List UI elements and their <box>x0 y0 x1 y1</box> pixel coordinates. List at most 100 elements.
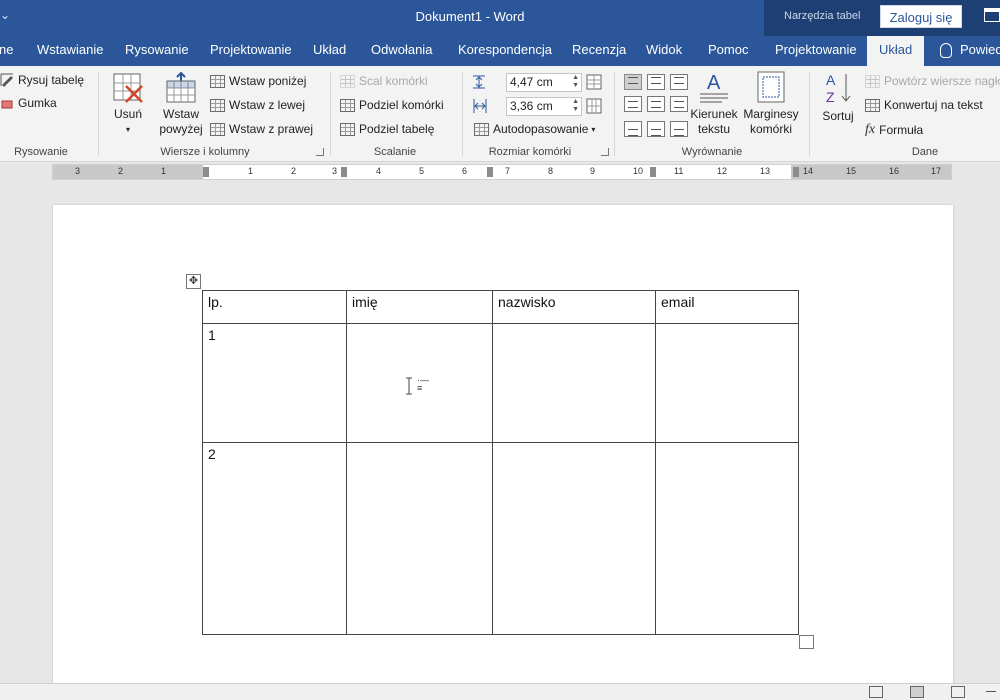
align-middle-center-button[interactable] <box>647 96 665 112</box>
tab-help[interactable]: Pomoc <box>708 36 748 66</box>
merge-cells-button[interactable]: Scal komórki <box>340 74 428 88</box>
tab-design[interactable]: Projektowanie <box>210 36 292 66</box>
insert-right-icon <box>210 122 225 136</box>
tab-table-design[interactable]: Projektowanie <box>775 36 857 66</box>
sort-button[interactable]: A Z Sortuj <box>818 70 858 124</box>
insert-left-button[interactable]: Wstaw z lewej <box>210 98 305 112</box>
delete-button[interactable]: Usuń ▾ <box>108 72 148 137</box>
table-cell[interactable]: 1 <box>202 323 347 443</box>
sort-az-icon: A Z <box>826 72 851 105</box>
align-bottom-right-button[interactable] <box>670 121 688 137</box>
tab-review[interactable]: Recenzja <box>572 36 626 66</box>
align-bottom-left-button[interactable] <box>624 121 642 137</box>
tab-insert[interactable]: Wstawianie <box>37 36 103 66</box>
text-direction-button[interactable]: A Kierunek tekstu <box>688 70 740 137</box>
column-width-icon <box>473 99 487 113</box>
login-button[interactable]: Zaloguj się <box>880 5 962 28</box>
column-width-input[interactable]: 3,36 cm ▲ ▼ <box>506 97 582 116</box>
ribbon-display-options-icon[interactable] <box>984 8 1000 22</box>
document-table[interactable]: lp. imię nazwisko email 1 2 <box>202 290 799 635</box>
table-cell[interactable] <box>492 442 656 635</box>
lightbulb-icon <box>940 43 952 59</box>
web-layout-icon[interactable] <box>951 686 965 698</box>
repeat-header-icon <box>865 74 880 88</box>
table-move-icon[interactable]: ✥ <box>186 274 201 289</box>
fx-icon: fx <box>865 122 876 137</box>
ribbon: Rysuj tabelę Gumka Rysowanie Usuń ▾ Wsta… <box>0 66 1000 162</box>
distribute-rows-icon[interactable] <box>586 74 602 90</box>
text-cursor-icon <box>406 377 412 395</box>
row-height-spinner[interactable]: ▲ ▼ <box>572 74 579 90</box>
contextual-group-title: Narzędzia tabel <box>784 10 861 22</box>
zoom-out-icon[interactable] <box>986 691 996 692</box>
autofit-button[interactable]: Autodopasowanie ▾ <box>474 122 595 136</box>
distribute-columns-icon[interactable] <box>586 98 602 114</box>
status-bar <box>0 683 1000 700</box>
insert-right-button[interactable]: Wstaw z prawej <box>210 122 313 136</box>
formula-button[interactable]: fx Formuła <box>865 122 923 138</box>
insert-below-button[interactable]: Wstaw poniżej <box>210 74 306 88</box>
left-indent-marker[interactable] <box>203 167 209 177</box>
align-top-center-button[interactable] <box>647 74 665 90</box>
table-cell[interactable] <box>346 442 493 635</box>
tab-table-layout[interactable]: Układ <box>867 36 925 66</box>
align-middle-right-button[interactable] <box>670 96 688 112</box>
cell-margins-button[interactable]: Marginesy komórki <box>742 70 800 137</box>
merge-cells-icon <box>340 74 355 88</box>
group-label-alignment: Wyrównanie <box>681 146 743 158</box>
split-table-button[interactable]: Podziel tabelę <box>340 122 434 136</box>
align-top-left-button[interactable] <box>624 74 642 90</box>
tab-view[interactable]: Widok <box>646 36 682 66</box>
document-name: Dokument1 <box>415 9 483 24</box>
tab-tell-me[interactable]: Powied <box>940 36 1000 66</box>
table-resize-handle[interactable] <box>799 635 814 649</box>
table-cell[interactable] <box>655 442 799 635</box>
autofit-icon <box>474 122 489 136</box>
tab-mailings[interactable]: Korespondencja <box>458 36 552 66</box>
right-indent-marker[interactable] <box>793 167 799 177</box>
tab-references[interactable]: Odwołania <box>371 36 432 66</box>
tab-layout[interactable]: Układ <box>313 36 346 66</box>
split-cells-button[interactable]: Podziel komórki <box>340 98 444 112</box>
align-middle-left-button[interactable] <box>624 96 642 112</box>
eraser-button[interactable]: Gumka <box>0 96 57 110</box>
row-height-input[interactable]: 4,47 cm ▲ ▼ <box>506 73 582 92</box>
group-label-merge: Scalanie <box>373 146 417 158</box>
table-cell[interactable]: email <box>655 290 799 324</box>
svg-text:Z: Z <box>826 89 835 105</box>
draw-table-button[interactable]: Rysuj tabelę <box>0 73 84 87</box>
table-row: 1 <box>202 323 799 443</box>
group-label-cell-size: Rozmiar komórki <box>488 146 572 158</box>
column-marker[interactable] <box>487 167 493 177</box>
rows-columns-launcher-icon[interactable] <box>316 148 324 156</box>
table-cell[interactable]: imię <box>346 290 493 324</box>
align-top-right-button[interactable] <box>670 74 688 90</box>
read-mode-icon[interactable] <box>869 686 883 698</box>
table-cell[interactable]: 2 <box>202 442 347 635</box>
cell-size-launcher-icon[interactable] <box>601 148 609 156</box>
convert-to-text-button[interactable]: Konwertuj na tekst <box>865 98 983 112</box>
app-name: Word <box>493 9 525 24</box>
table-cell[interactable]: lp. <box>202 290 347 324</box>
cell-margins-icon <box>757 71 785 103</box>
table-cell[interactable] <box>492 323 656 443</box>
repeat-header-rows-button[interactable]: Powtórz wiersze nagłó <box>865 74 1000 88</box>
table-row: lp. imię nazwisko email <box>202 290 799 324</box>
tab-home[interactable]: ne <box>0 36 13 66</box>
table-cell[interactable]: nazwisko <box>492 290 656 324</box>
align-bottom-center-button[interactable] <box>647 121 665 137</box>
tab-draw[interactable]: Rysowanie <box>125 36 189 66</box>
insert-left-icon <box>210 98 225 112</box>
column-width-spinner[interactable]: ▲ ▼ <box>572 98 579 114</box>
print-layout-icon[interactable] <box>910 686 924 698</box>
insert-above-button[interactable]: Wstaw powyżej <box>156 72 206 137</box>
horizontal-ruler[interactable]: 3 2 1 1 2 3 4 5 6 7 8 9 10 11 12 13 14 1… <box>52 164 952 180</box>
svg-text:A: A <box>707 72 721 94</box>
insert-above-icon <box>166 72 196 103</box>
convert-to-text-icon <box>865 98 880 112</box>
table-cell[interactable] <box>655 323 799 443</box>
ribbon-tab-row: ne Wstawianie Rysowanie Projektowanie Uk… <box>0 36 1000 66</box>
column-marker[interactable] <box>650 167 656 177</box>
split-table-icon <box>340 122 355 136</box>
column-marker[interactable] <box>341 167 347 177</box>
